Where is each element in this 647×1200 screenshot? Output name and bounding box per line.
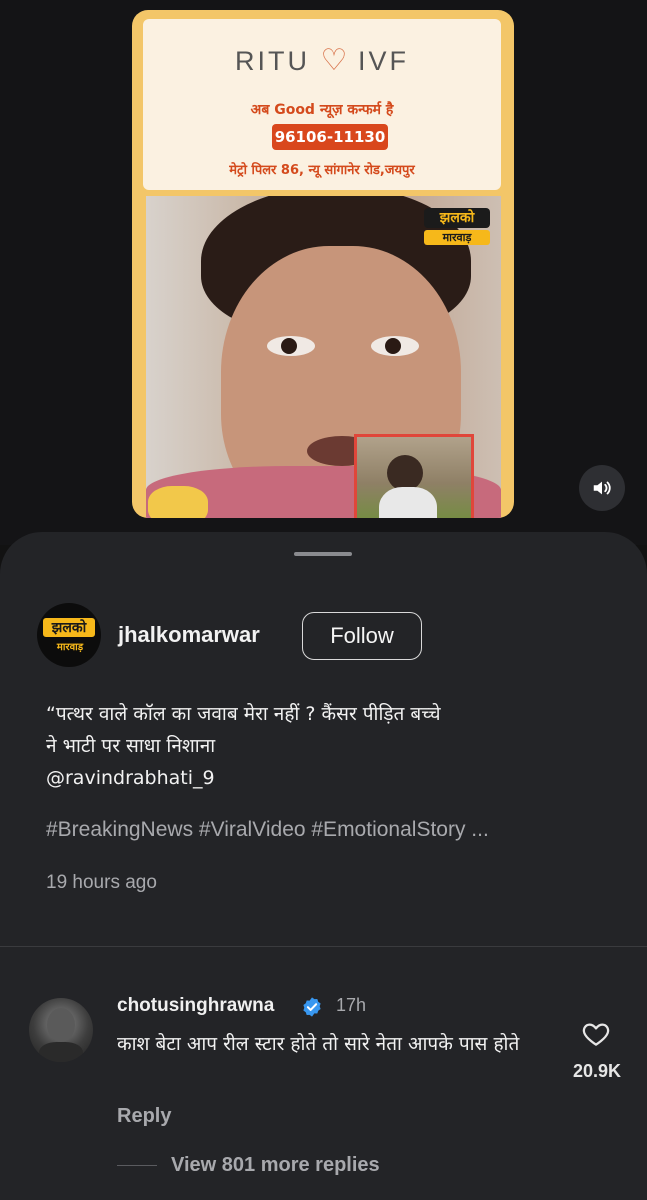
heart-icon[interactable] <box>580 1019 612 1049</box>
ad-brand-logo: RITU ♡ IVF <box>143 43 501 78</box>
author-avatar[interactable]: झलको मारवाड़ <box>37 603 101 667</box>
ad-phone: 96106-11130 <box>272 124 388 150</box>
like-count: 20.9K <box>572 1061 622 1081</box>
mute-toggle-button[interactable] <box>579 465 625 511</box>
inset-child-head <box>387 455 423 491</box>
reply-button[interactable]: Reply <box>117 1105 171 1128</box>
comment-text: काश बेटा आप रील स्टार होते तो सारे नेता … <box>117 1033 520 1055</box>
eye-left <box>267 336 315 356</box>
view-more-replies-button[interactable]: View 801 more replies <box>117 1154 380 1177</box>
caption-line-2: ने भाटी पर साधा निशाना <box>46 735 216 757</box>
ad-brand-right: IVF <box>357 46 409 76</box>
picture-in-picture-inset <box>354 434 474 518</box>
ad-brand-left: RITU <box>235 46 311 76</box>
reel-video-area[interactable]: RITU ♡ IVF अब Good न्यूज़ कन्फर्म है 961… <box>0 0 647 545</box>
post-caption: “पत्थर वाले कॉल का जवाब मेरा नहीं ? कैंस… <box>46 698 606 794</box>
ad-banner: RITU ♡ IVF अब Good न्यूज़ कन्फर्म है 961… <box>143 19 501 190</box>
follow-button[interactable]: Follow <box>302 612 422 660</box>
caption-mention[interactable]: @ravindrabhati_9 <box>46 762 606 794</box>
caption-line-1: “पत्थर वाले कॉल का जवाब मेरा नहीं ? कैंस… <box>46 703 441 725</box>
comment-time: 17h <box>336 995 367 1015</box>
post-hashtags[interactable]: #BreakingNews #ViralVideo #EmotionalStor… <box>46 818 626 842</box>
video-frame[interactable]: झलको मारवाड़ <box>146 196 501 518</box>
avatar-logo-line1: झलको <box>43 618 95 637</box>
avatar-head <box>47 1008 75 1042</box>
commenter-avatar[interactable] <box>29 998 93 1062</box>
toy <box>148 486 208 518</box>
view-replies-label: View 801 more replies <box>171 1154 380 1176</box>
ad-tagline: अब Good न्यूज़ कन्फर्म है <box>250 102 394 118</box>
brand-swirl-icon: ♡ <box>320 44 348 77</box>
comment-username[interactable]: chotusinghrawna <box>117 995 274 1017</box>
avatar-logo-line2: मारवाड़ <box>56 642 84 653</box>
eye-right <box>371 336 419 356</box>
post-timestamp: 19 hours ago <box>46 872 157 893</box>
verified-badge-icon <box>303 997 321 1017</box>
sheet-drag-handle[interactable] <box>294 552 352 556</box>
divider <box>0 946 647 947</box>
comments-sheet: झलको मारवाड़ jhalkomarwar Follow “पत्थर … <box>0 532 647 1200</box>
inset-child-body <box>379 487 437 518</box>
watermark-line1: झलको <box>424 208 490 228</box>
replies-indent-line <box>117 1165 157 1167</box>
author-username[interactable]: jhalkomarwar <box>118 622 260 648</box>
watermark-line2: मारवाड़ <box>424 230 490 245</box>
video-card[interactable]: RITU ♡ IVF अब Good न्यूज़ कन्फर्म है 961… <box>132 10 514 518</box>
avatar-shoulders <box>39 1042 83 1062</box>
channel-watermark: झलको मारवाड़ <box>424 208 490 252</box>
ad-address: मेट्रो पिलर 86, न्यू सांगानेर रोड,जयपुर <box>229 163 415 178</box>
speaker-icon <box>593 481 611 495</box>
